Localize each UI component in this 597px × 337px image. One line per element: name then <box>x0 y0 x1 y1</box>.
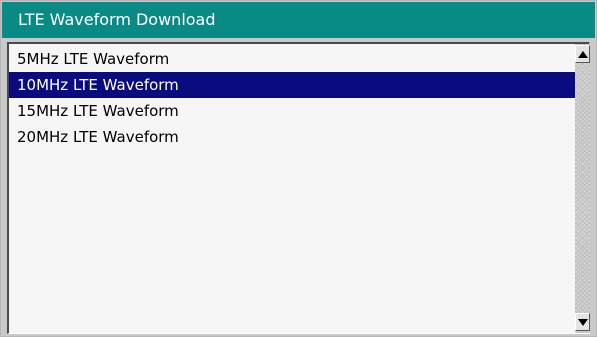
scroll-up-button[interactable] <box>575 45 590 63</box>
arrow-down-icon <box>578 319 588 326</box>
dialog-title: LTE Waveform Download <box>2 2 595 38</box>
list-item-10mhz-lte-waveform[interactable]: 10MHz LTE Waveform <box>9 72 575 98</box>
vertical-scrollbar[interactable] <box>575 44 590 333</box>
waveform-list: 5MHz LTE Waveform 10MHz LTE Waveform 15M… <box>9 46 575 150</box>
list-item-20mhz-lte-waveform[interactable]: 20MHz LTE Waveform <box>9 124 575 150</box>
waveform-list-panel: 5MHz LTE Waveform 10MHz LTE Waveform 15M… <box>7 42 590 334</box>
list-item-15mhz-lte-waveform[interactable]: 15MHz LTE Waveform <box>9 98 575 124</box>
lte-waveform-download-dialog: LTE Waveform Download 5MHz LTE Waveform … <box>0 0 597 337</box>
list-item-5mhz-lte-waveform[interactable]: 5MHz LTE Waveform <box>9 46 575 72</box>
arrow-up-icon <box>578 51 588 58</box>
scroll-down-button[interactable] <box>575 313 590 331</box>
